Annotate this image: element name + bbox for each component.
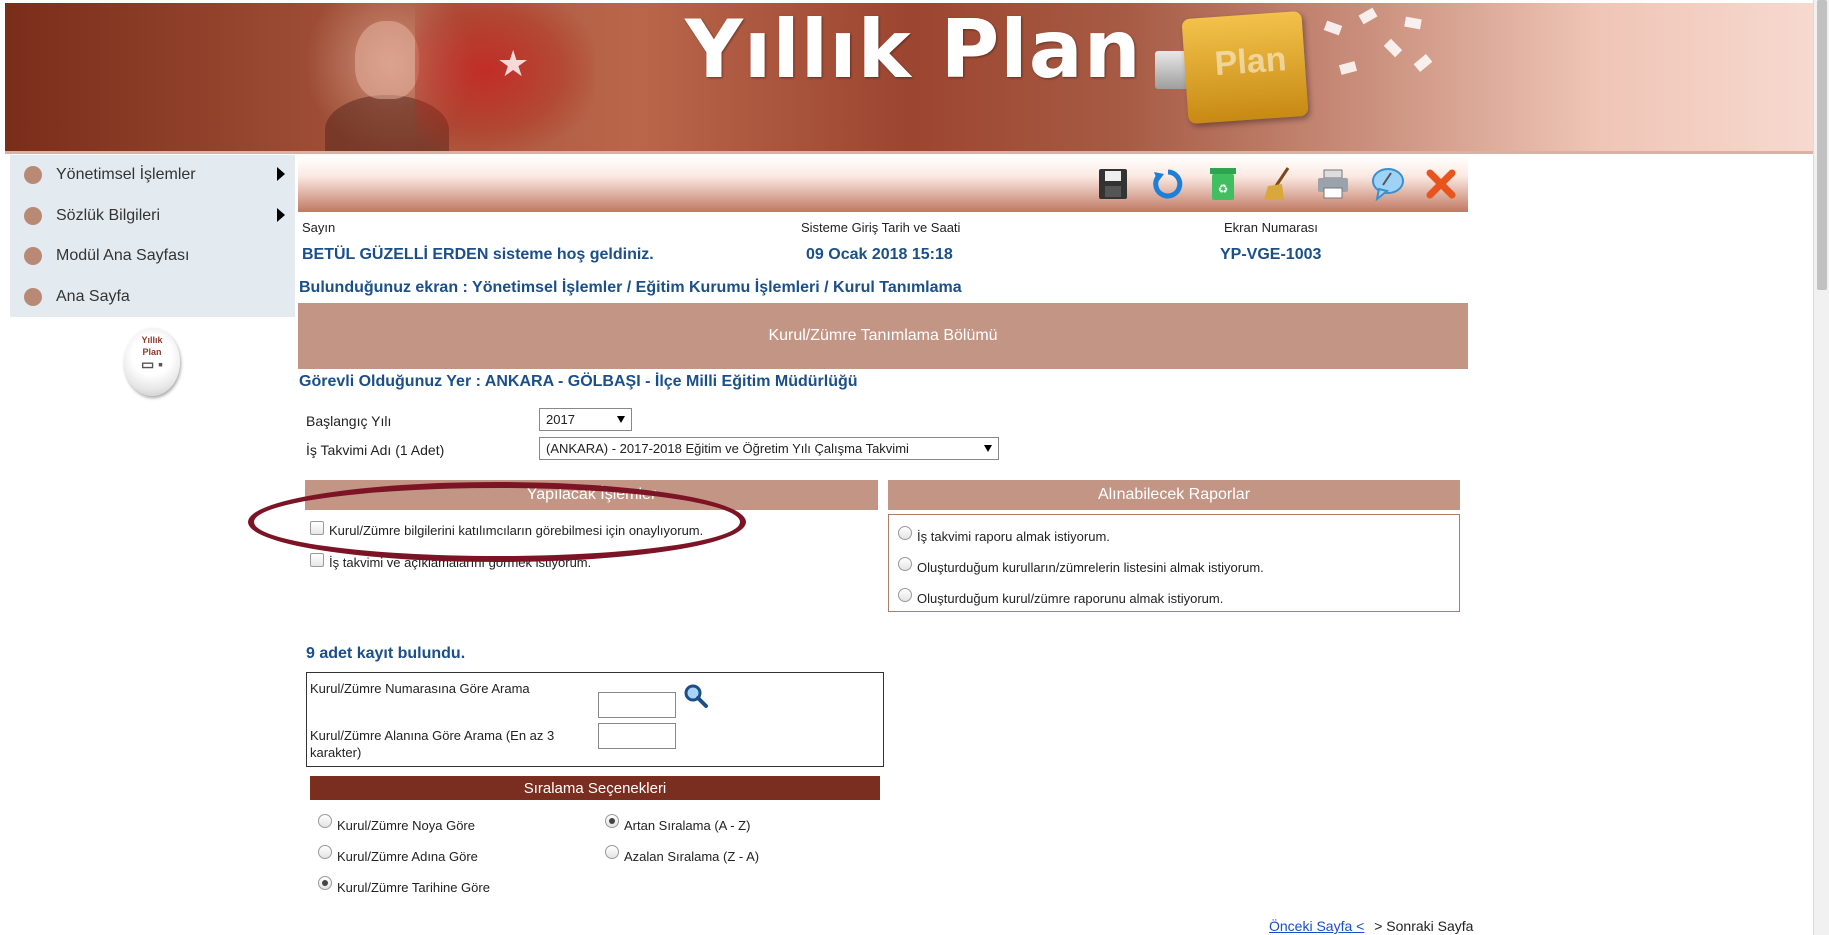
search-icon[interactable] — [683, 683, 709, 714]
bullet-icon — [24, 247, 42, 266]
next-page-link[interactable]: > Sonraki Sayfa — [1374, 918, 1473, 934]
year-select[interactable]: 2017 — [539, 408, 632, 431]
bullet-icon — [24, 206, 42, 225]
sidebar-item-label: Sözlük Bilgileri — [56, 206, 161, 224]
star-icon: ★ — [497, 43, 530, 84]
sidebar-item-sozluk[interactable]: Sözlük Bilgileri — [10, 196, 295, 237]
search-by-area-label: Kurul/Zümre Alanına Göre Arama (En az 3 … — [310, 728, 555, 760]
banner-title: Yıllık Plan — [685, 3, 1142, 96]
highlight-ellipse — [248, 482, 746, 562]
refresh-icon[interactable] — [1148, 163, 1188, 205]
report-list-label: Oluşturduğum kurulların/zümrelerin liste… — [917, 560, 1264, 575]
bullet-icon — [24, 287, 42, 306]
sidebar-item-label: Modül Ana Sayfası — [56, 247, 190, 265]
broom-icon[interactable] — [1258, 163, 1298, 205]
breadcrumb: Bulunduğunuz ekran : Yönetimsel İşlemler… — [299, 279, 962, 296]
sorting-title-text: Sıralama Seçenekleri — [523, 779, 667, 797]
report-detail-label: Oluşturduğum kurul/zümre raporunu almak … — [917, 591, 1224, 606]
year-select-value: 2017 — [546, 412, 575, 427]
sort-by-number-label: Kurul/Zümre Noya Göre — [337, 818, 475, 833]
recycle-bin-icon[interactable]: ♻ — [1203, 163, 1243, 205]
view-calendar-checkbox[interactable] — [310, 553, 324, 567]
login-time-value: 09 Ocak 2018 15:18 — [806, 246, 953, 263]
greeting-label: Sayın — [302, 220, 336, 235]
sidebar: Yönetimsel İşlemler Sözlük Bilgileri Mod… — [10, 155, 295, 317]
printer-icon[interactable] — [1313, 163, 1353, 205]
reports-panel-title: Alınabilecek Raporlar — [888, 480, 1460, 510]
screen-number-label: Ekran Numarası — [1224, 220, 1318, 235]
section-title-text: Kurul/Zümre Tanımlama Bölümü — [768, 327, 998, 344]
logo-text: Yıllık — [141, 335, 163, 345]
sidebar-item-modul-ana-sayfa[interactable]: Modül Ana Sayfası — [10, 236, 295, 277]
sort-by-date-radio[interactable] — [318, 876, 332, 890]
dropdown-arrow-icon — [984, 445, 992, 452]
sorting-title: Sıralama Seçenekleri — [310, 776, 880, 800]
greeting-value: BETÜL GÜZELLİ ERDEN sisteme hoş geldiniz… — [302, 246, 654, 263]
vertical-scrollbar[interactable] — [1813, 0, 1829, 935]
screen-number-value: YP-VGE-1003 — [1220, 246, 1322, 263]
report-calendar-radio[interactable] — [898, 526, 912, 540]
pager: Önceki Sayfa < > Sonraki Sayfa — [1269, 918, 1473, 934]
sort-by-name-label: Kurul/Zümre Adına Göre — [337, 849, 478, 864]
calendar-select[interactable]: (ANKARA) - 2017-2018 Eğitim ve Öğretim Y… — [539, 437, 999, 460]
flying-papers-image — [1305, 3, 1445, 103]
search-by-area-input[interactable] — [598, 723, 676, 749]
save-icon[interactable] — [1093, 163, 1133, 205]
report-list-radio[interactable] — [898, 557, 912, 571]
scrollbar-thumb[interactable] — [1817, 0, 1827, 290]
sidebar-item-label: Ana Sayfa — [56, 287, 130, 305]
location-text: Görevli Olduğunuz Yer : ANKARA - GÖLBAŞI… — [299, 373, 858, 390]
year-label: Başlangıç Yılı — [306, 413, 392, 429]
sort-by-date-label: Kurul/Zümre Tarihine Göre — [337, 880, 490, 895]
yillik-plan-logo[interactable]: Yıllık Plan ▭ ▪ — [124, 328, 180, 396]
folder-icon: Plan — [1181, 10, 1309, 125]
sidebar-item-ana-sayfa[interactable]: Ana Sayfa — [10, 277, 295, 318]
svg-text:♻: ♻ — [1218, 182, 1229, 196]
toolbar: ♻ — [298, 157, 1468, 212]
login-time-label: Sisteme Giriş Tarih ve Saati — [801, 220, 961, 235]
search-by-number-input[interactable] — [598, 692, 676, 718]
sidebar-item-label: Yönetimsel İşlemler — [56, 166, 196, 184]
calendar-label: İş Takvimi Adı (1 Adet) — [306, 442, 445, 458]
sort-by-number-radio[interactable] — [318, 814, 332, 828]
chevron-right-icon — [277, 167, 285, 181]
previous-page-link[interactable]: Önceki Sayfa < — [1269, 918, 1364, 934]
bullet-icon — [24, 166, 42, 185]
close-icon[interactable] — [1421, 163, 1461, 205]
sort-by-name-radio[interactable] — [318, 845, 332, 859]
section-title: Kurul/Zümre Tanımlama Bölümü — [298, 303, 1468, 369]
calendar-select-value: (ANKARA) - 2017-2018 Eğitim ve Öğretim Y… — [546, 441, 909, 456]
sidebar-item-yonetimsel[interactable]: Yönetimsel İşlemler — [10, 155, 295, 196]
dropdown-arrow-icon — [617, 416, 625, 423]
comment-icon[interactable] — [1368, 163, 1408, 205]
sort-descending-label: Azalan Sıralama (Z - A) — [624, 849, 760, 864]
sort-descending-radio[interactable] — [605, 845, 619, 859]
search-by-number-label: Kurul/Zümre Numarasına Göre Arama — [310, 681, 530, 696]
chevron-right-icon — [277, 207, 285, 222]
reports-panel-title-text: Alınabilecek Raporlar — [1097, 486, 1251, 503]
report-detail-radio[interactable] — [898, 588, 912, 602]
record-count: 9 adet kayıt bulundu. — [306, 645, 466, 662]
header-banner: ★ Yıllık Plan Plan — [5, 3, 1813, 154]
sort-ascending-radio[interactable] — [605, 814, 619, 828]
sort-ascending-label: Artan Sıralama (A - Z) — [624, 818, 751, 833]
report-calendar-label: İş takvimi raporu almak istiyorum. — [917, 529, 1110, 544]
